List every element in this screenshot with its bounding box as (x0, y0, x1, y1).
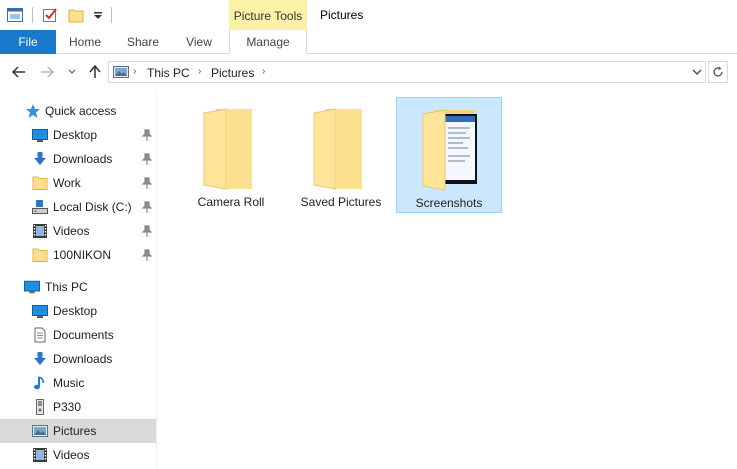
checkmark-icon[interactable] (41, 6, 59, 24)
refresh-icon (713, 66, 723, 77)
pin-icon[interactable] (142, 225, 152, 237)
sidebar-item-label: Videos (53, 448, 90, 462)
drive-icon (32, 200, 48, 214)
breadcrumb-chevron-icon[interactable]: › (133, 66, 136, 77)
sidebar-item-videos[interactable]: Videos (0, 443, 156, 467)
pin-icon[interactable] (142, 177, 152, 189)
sidebar-item-documents[interactable]: Documents (0, 323, 156, 347)
star-icon (26, 104, 40, 118)
film-icon (33, 224, 47, 238)
sidebar-item-label: Desktop (53, 304, 98, 318)
music-note-icon (34, 376, 44, 390)
folder-tile-screenshots[interactable]: Screenshots (396, 97, 502, 213)
address-bar[interactable]: › This PC › Pictures › (108, 61, 706, 83)
window-title: Pictures (320, 8, 364, 22)
up-arrow-icon[interactable] (86, 63, 104, 81)
computer-icon (24, 280, 40, 294)
sidebar-item-label: Music (53, 376, 85, 390)
folder-tile-camera-roll[interactable]: Camera Roll (178, 97, 284, 213)
folder-tile-saved-pictures[interactable]: Saved Pictures (288, 97, 394, 213)
sidebar-item-quick-access[interactable]: Quick access (0, 99, 156, 123)
file-list: Camera Roll Saved Pictures Screenshots (158, 90, 737, 469)
camera-device-icon (36, 399, 44, 415)
desktop-icon (32, 129, 48, 142)
sidebar-item-local-disk-pinned[interactable]: Local Disk (C:) (0, 195, 156, 219)
tab-home[interactable]: Home (62, 30, 108, 54)
picture-tools-label: Picture Tools (233, 9, 303, 23)
navigation-pane: Quick access Desktop Downloads Work Loca… (0, 90, 157, 469)
sidebar-item-label: Downloads (53, 152, 113, 166)
ribbon-tabs: File Home Share View Manage (0, 30, 737, 54)
sidebar-item-label: Local Disk (C:) (53, 200, 132, 214)
back-arrow-icon[interactable] (10, 63, 28, 81)
sidebar-item-p330[interactable]: P330 (0, 395, 156, 419)
breadcrumb-chevron-icon[interactable]: › (198, 66, 201, 77)
folder-label: Saved Pictures (300, 195, 382, 209)
sidebar-item-downloads[interactable]: Downloads (0, 347, 156, 371)
tab-share[interactable]: Share (120, 30, 166, 54)
customize-dropdown-icon[interactable] (93, 6, 103, 24)
pin-icon[interactable] (142, 249, 152, 261)
sidebar-item-this-pc[interactable]: This PC (0, 275, 156, 299)
sidebar-item-label: This PC (45, 280, 88, 294)
sidebar-item-videos-pinned[interactable]: Videos (0, 219, 156, 243)
qat-separator (32, 7, 33, 23)
refresh-button[interactable] (708, 61, 728, 83)
sidebar-item-100nikon-pinned[interactable]: 100NIKON (0, 243, 156, 267)
folder-icon (32, 248, 48, 262)
sidebar-item-label: Documents (53, 328, 114, 342)
breadcrumb-chevron-icon[interactable]: › (262, 66, 265, 77)
tab-file[interactable]: File (0, 30, 56, 54)
folder-with-screenshots-icon (422, 109, 477, 191)
sidebar-item-desktop-pinned[interactable]: Desktop (0, 123, 156, 147)
sidebar-item-music[interactable]: Music (0, 371, 156, 395)
sidebar-item-label: Quick access (45, 104, 117, 118)
recent-locations-chevron-icon[interactable] (63, 63, 81, 81)
pin-icon[interactable] (142, 201, 152, 213)
qat-separator (111, 7, 112, 23)
pin-icon[interactable] (142, 153, 152, 165)
document-icon (34, 327, 46, 343)
folder-icon (313, 108, 362, 190)
forward-arrow-icon[interactable] (38, 63, 56, 81)
sidebar-item-label: 100NIKON (53, 248, 112, 262)
properties-icon[interactable] (6, 6, 24, 24)
sidebar-item-desktop[interactable]: Desktop (0, 299, 156, 323)
folder-label: Screenshots (415, 196, 483, 210)
breadcrumb-pictures[interactable]: Pictures (211, 66, 254, 80)
tab-view[interactable]: View (178, 30, 220, 54)
pictures-library-icon (113, 65, 129, 79)
tab-manage[interactable]: Manage (229, 30, 307, 54)
sidebar-item-label: Downloads (53, 352, 113, 366)
title-bar: Picture Tools Pictures (0, 0, 737, 30)
folder-label: Camera Roll (197, 195, 265, 209)
sidebar-item-pictures[interactable]: Pictures (0, 419, 156, 443)
pin-icon[interactable] (142, 129, 152, 141)
sidebar-item-work-pinned[interactable]: Work (0, 171, 156, 195)
download-arrow-icon (34, 152, 46, 165)
sidebar-item-label: Work (53, 176, 81, 190)
pictures-library-icon (32, 425, 48, 437)
sidebar-item-label: Videos (53, 224, 90, 238)
new-folder-icon[interactable] (67, 6, 85, 24)
folder-icon (32, 176, 48, 190)
desktop-icon (32, 305, 48, 318)
film-icon (33, 448, 47, 462)
quick-access-toolbar (6, 6, 120, 24)
sidebar-item-downloads-pinned[interactable]: Downloads (0, 147, 156, 171)
address-history-dropdown-icon[interactable] (690, 65, 704, 79)
sidebar-item-label: Pictures (53, 424, 97, 438)
sidebar-item-label: Desktop (53, 128, 98, 142)
folder-icon (203, 108, 252, 190)
breadcrumb-this-pc[interactable]: This PC (147, 66, 190, 80)
download-arrow-icon (34, 352, 46, 365)
picture-tools-group: Picture Tools (229, 0, 307, 30)
sidebar-item-label: P330 (53, 400, 82, 414)
